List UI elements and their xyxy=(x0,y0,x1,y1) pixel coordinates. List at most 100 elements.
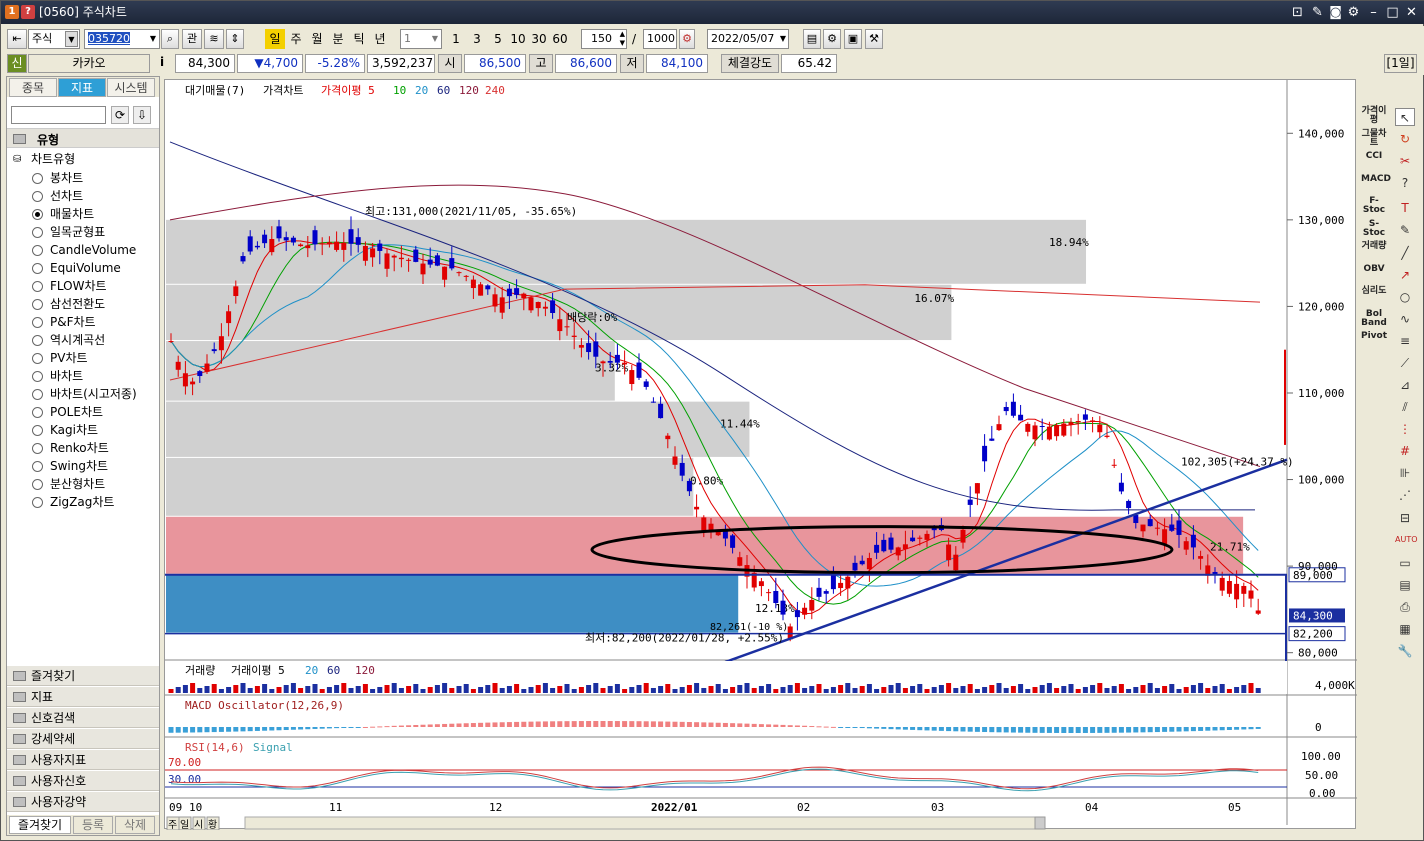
ray-icon[interactable]: ↗ xyxy=(1395,266,1415,284)
stack-icon[interactable]: ≋ xyxy=(204,29,224,49)
tab-stock[interactable]: 종목 xyxy=(9,78,57,97)
chart-type-radio[interactable] xyxy=(32,317,43,328)
chart-type-radio[interactable] xyxy=(32,353,43,364)
search-icon[interactable]: ⌕ xyxy=(161,29,179,49)
indicator-tool[interactable]: CCI xyxy=(1361,152,1387,161)
indicator-tool[interactable]: 거래량 xyxy=(1361,242,1387,251)
chart-type-radio[interactable] xyxy=(32,443,43,454)
indicator-search-input[interactable] xyxy=(11,106,106,124)
folder-5[interactable]: 사용자신호 xyxy=(7,770,159,791)
hline-icon[interactable]: ⊟ xyxy=(1395,509,1415,527)
tab-system[interactable]: 시스템 xyxy=(107,78,155,97)
chart-type-radio[interactable] xyxy=(32,209,43,220)
chart-type-radio[interactable] xyxy=(32,371,43,382)
period-tick[interactable]: 틱 xyxy=(349,29,369,49)
link-icon[interactable]: ⊡ xyxy=(1289,4,1306,21)
indicator-tool[interactable]: MACD xyxy=(1361,174,1391,184)
chart-type-label[interactable]: Kagi차트 xyxy=(50,422,98,438)
chart-type-label[interactable]: 역시계곡선 xyxy=(50,332,105,348)
interval-3[interactable]: 3 xyxy=(467,29,487,49)
help2-icon[interactable]: ? xyxy=(1395,174,1415,192)
chart-type-label[interactable]: 일목균형표 xyxy=(50,224,105,240)
code-input[interactable]: 035720 ▼ xyxy=(84,29,160,49)
fibo-icon[interactable]: ⋮ xyxy=(1395,420,1415,438)
pen-icon[interactable]: ✎ xyxy=(1395,221,1415,239)
chart-type-radio[interactable] xyxy=(32,461,43,472)
indicator-tool[interactable]: F-Stoc xyxy=(1361,197,1387,215)
chart-type-label[interactable]: Renko차트 xyxy=(50,440,109,456)
help-icon[interactable]: ? xyxy=(21,5,35,19)
chart-type-radio[interactable] xyxy=(32,245,43,256)
folder-2[interactable]: 신호검색 xyxy=(7,707,159,728)
chart-type-label[interactable]: 매물차트 xyxy=(50,206,94,222)
chart-type-label[interactable]: FLOW차트 xyxy=(50,278,107,294)
camera-icon[interactable]: ◙ xyxy=(1327,4,1344,21)
print-icon[interactable]: ⎙ xyxy=(1395,598,1415,616)
download-icon[interactable]: ⇩ xyxy=(133,106,151,124)
cursor-icon[interactable]: ↖ xyxy=(1395,108,1415,126)
folder-0[interactable]: 즐겨찾기 xyxy=(7,665,159,686)
chart-type-label[interactable]: POLE차트 xyxy=(50,404,103,420)
table-icon[interactable]: ▦ xyxy=(1395,620,1415,638)
folder-1[interactable]: 지표 xyxy=(7,686,159,707)
fan-icon[interactable]: ⊿ xyxy=(1395,376,1415,394)
period-minute[interactable]: 분 xyxy=(328,29,348,49)
chart-icon[interactable]: ▤ xyxy=(803,29,821,49)
refresh-icon[interactable]: ⟳ xyxy=(111,106,129,124)
chart-type-group[interactable]: 차트유형 xyxy=(31,150,75,167)
updown-icon[interactable]: ⇕ xyxy=(226,29,244,49)
period-month[interactable]: 월 xyxy=(307,29,327,49)
chart-type-radio[interactable] xyxy=(32,281,43,292)
minute-select[interactable]: 1 ▼ xyxy=(400,29,442,49)
folder-6[interactable]: 사용자강약 xyxy=(7,791,159,812)
wrench-icon[interactable]: 🔧 xyxy=(1395,642,1415,660)
circle-icon[interactable]: ○ xyxy=(1395,288,1415,306)
date-picker[interactable]: 2022/05/07 ▼ xyxy=(707,29,789,49)
info-icon[interactable]: i xyxy=(153,54,171,73)
period-week[interactable]: 주 xyxy=(286,29,306,49)
tab-indicator[interactable]: 지표 xyxy=(58,78,106,97)
maximize-icon[interactable]: □ xyxy=(1384,4,1401,21)
chart-type-radio[interactable] xyxy=(32,407,43,418)
chart-type-label[interactable]: Swing차트 xyxy=(50,458,108,474)
chart-type-label[interactable]: 봉차트 xyxy=(50,170,83,186)
prev-stock-icon[interactable]: ⇤ xyxy=(7,29,27,49)
total-input[interactable]: 1000 xyxy=(643,29,677,49)
indicator-tool[interactable]: Bol Band xyxy=(1361,309,1387,328)
chart-type-label[interactable]: PV차트 xyxy=(50,350,88,366)
minimize-icon[interactable]: – xyxy=(1365,4,1382,21)
chart-type-label[interactable]: EquiVolume xyxy=(50,260,121,276)
interval-5[interactable]: 5 xyxy=(488,29,508,49)
edit-icon[interactable]: ✎ xyxy=(1309,4,1326,21)
chart-type-radio[interactable] xyxy=(32,227,43,238)
interval-10[interactable]: 10 xyxy=(508,29,528,49)
line-icon[interactable]: ╱ xyxy=(1395,244,1415,262)
chart-type-label[interactable]: 선차트 xyxy=(50,188,83,204)
chart-type-label[interactable]: 삼선전환도 xyxy=(50,296,105,312)
doc-icon[interactable]: ▤ xyxy=(1395,576,1415,594)
chart-type-radio[interactable] xyxy=(32,263,43,274)
indicator-tool[interactable]: 가격이평 xyxy=(1361,107,1387,125)
chart-type-label[interactable]: 바차트(시고저종) xyxy=(50,386,137,402)
gear2-icon[interactable]: ⚙ xyxy=(823,29,841,49)
chart-type-label[interactable]: P&F차트 xyxy=(50,314,96,330)
chart-type-label[interactable]: ZigZag차트 xyxy=(50,494,114,510)
chart-type-label[interactable]: 분산형차트 xyxy=(50,476,105,492)
chart-type-label[interactable]: CandleVolume xyxy=(50,242,136,258)
window-icon[interactable]: ▭ xyxy=(1395,554,1415,572)
delete-button[interactable]: 삭제 xyxy=(115,816,155,834)
settings-small-icon[interactable]: ⚙ xyxy=(679,29,695,49)
chart-type-radio[interactable] xyxy=(32,173,43,184)
chart-type-radio[interactable] xyxy=(32,389,43,400)
auto-icon[interactable]: AUTO xyxy=(1395,531,1418,549)
chart-area[interactable]: 18.94% 16.07% 3.32% 11.44% 0.80% 21.71% 12.13%… xyxy=(164,79,1357,830)
market-select[interactable]: 주식 ▼ xyxy=(28,29,80,49)
chart-type-label[interactable]: 바차트 xyxy=(50,368,83,384)
text-icon[interactable]: T xyxy=(1395,199,1415,217)
save-icon[interactable]: ▣ xyxy=(844,29,862,49)
chart-type-radio[interactable] xyxy=(32,425,43,436)
indicator-tool[interactable]: Pivot xyxy=(1361,332,1387,341)
chart-type-radio[interactable] xyxy=(32,479,43,490)
gann-icon[interactable]: ⫽ xyxy=(1395,398,1415,416)
indicator-tool[interactable]: OBV xyxy=(1361,264,1387,274)
